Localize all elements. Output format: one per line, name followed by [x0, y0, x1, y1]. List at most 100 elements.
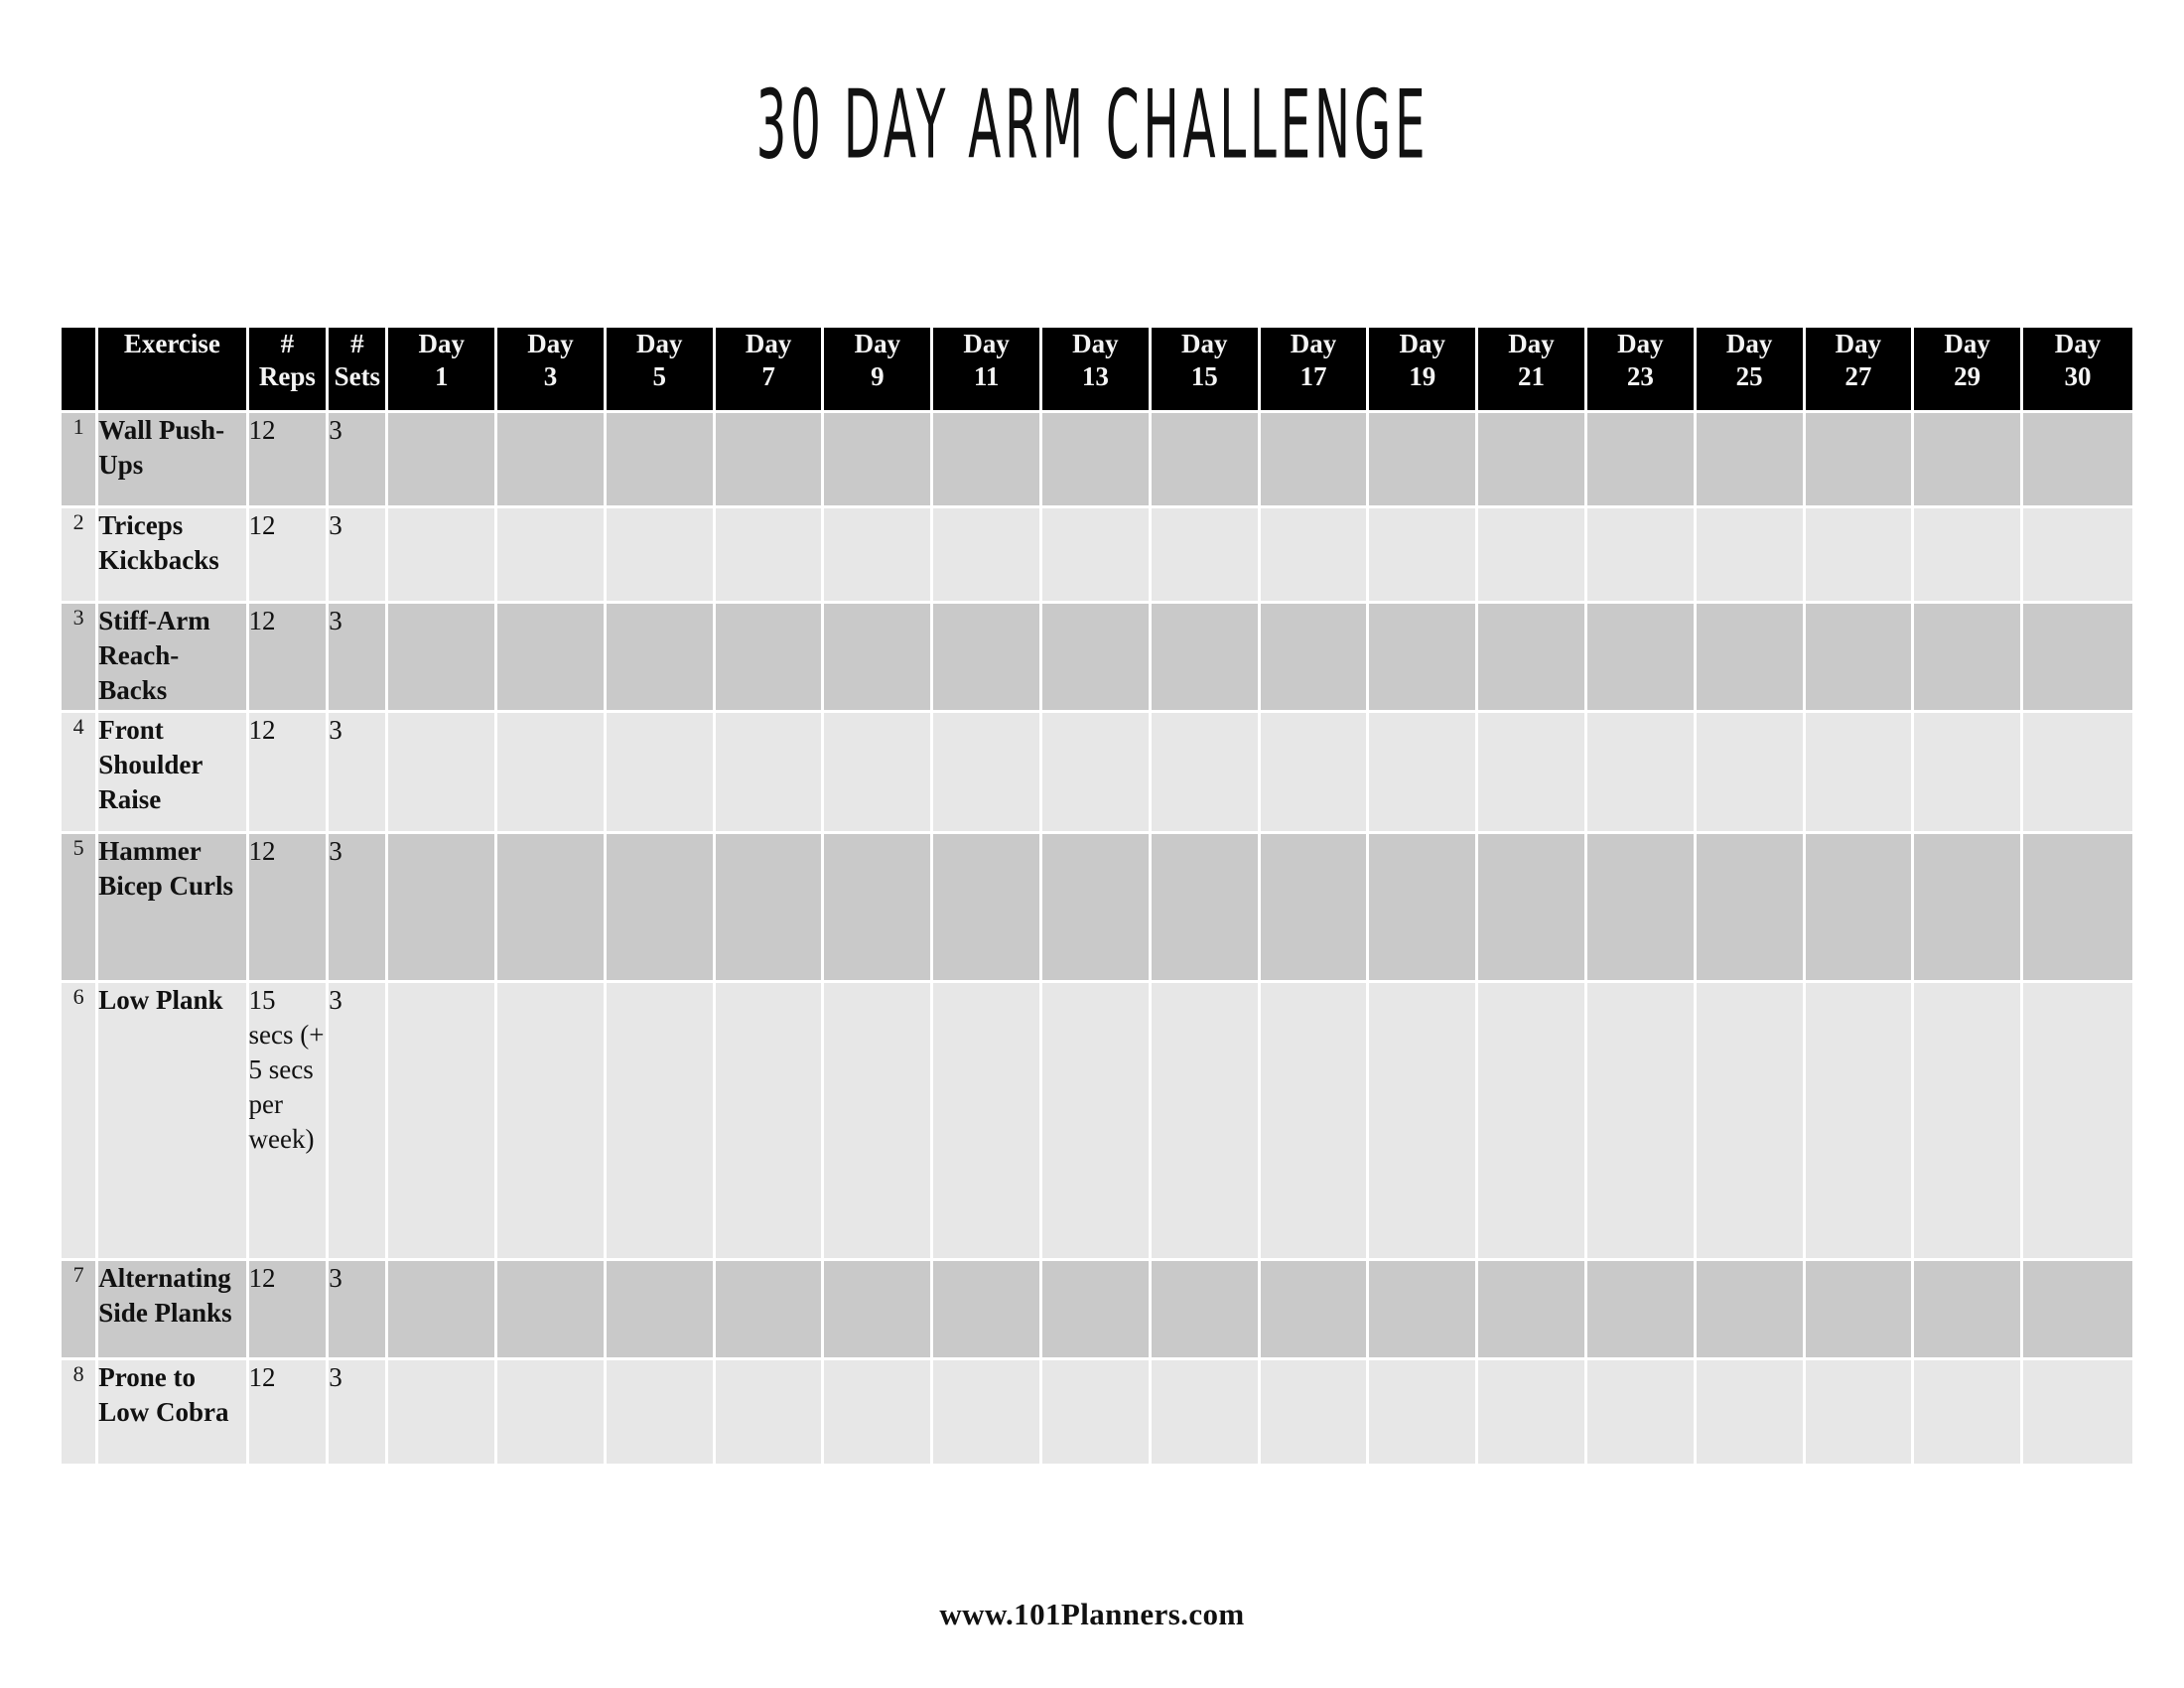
checkbox-cell-day-13[interactable]: [1042, 713, 1152, 834]
checkbox-cell-day-19[interactable]: [1369, 983, 1479, 1261]
checkbox-cell-day-11[interactable]: [933, 508, 1043, 604]
checkbox-cell-day-30[interactable]: [2023, 834, 2132, 983]
checkbox-cell-day-3[interactable]: [497, 508, 607, 604]
checkbox-cell-day-9[interactable]: [824, 413, 934, 508]
checkbox-cell-day-25[interactable]: [1696, 1360, 1806, 1464]
checkbox-cell-day-27[interactable]: [1805, 1360, 1915, 1464]
checkbox-cell-day-27[interactable]: [1805, 508, 1915, 604]
checkbox-cell-day-1[interactable]: [388, 834, 498, 983]
checkbox-cell-day-11[interactable]: [933, 604, 1043, 713]
checkbox-cell-day-11[interactable]: [933, 1261, 1043, 1360]
checkbox-cell-day-1[interactable]: [388, 1360, 498, 1464]
checkbox-cell-day-5[interactable]: [606, 604, 716, 713]
checkbox-cell-day-1[interactable]: [388, 413, 498, 508]
checkbox-cell-day-3[interactable]: [497, 413, 607, 508]
checkbox-cell-day-5[interactable]: [606, 1360, 716, 1464]
checkbox-cell-day-5[interactable]: [606, 1261, 716, 1360]
checkbox-cell-day-7[interactable]: [715, 713, 825, 834]
checkbox-cell-day-13[interactable]: [1042, 1360, 1152, 1464]
checkbox-cell-day-11[interactable]: [933, 1360, 1043, 1464]
checkbox-cell-day-13[interactable]: [1042, 834, 1152, 983]
checkbox-cell-day-29[interactable]: [1914, 713, 2024, 834]
checkbox-cell-day-27[interactable]: [1805, 713, 1915, 834]
checkbox-cell-day-25[interactable]: [1696, 604, 1806, 713]
checkbox-cell-day-13[interactable]: [1042, 1261, 1152, 1360]
checkbox-cell-day-25[interactable]: [1696, 713, 1806, 834]
checkbox-cell-day-15[interactable]: [1151, 713, 1261, 834]
checkbox-cell-day-15[interactable]: [1151, 413, 1261, 508]
checkbox-cell-day-9[interactable]: [824, 1360, 934, 1464]
checkbox-cell-day-23[interactable]: [1586, 604, 1697, 713]
checkbox-cell-day-30[interactable]: [2023, 983, 2132, 1261]
checkbox-cell-day-1[interactable]: [388, 713, 498, 834]
checkbox-cell-day-23[interactable]: [1586, 413, 1697, 508]
checkbox-cell-day-21[interactable]: [1478, 604, 1587, 713]
checkbox-cell-day-5[interactable]: [606, 834, 716, 983]
checkbox-cell-day-27[interactable]: [1805, 604, 1915, 713]
checkbox-cell-day-17[interactable]: [1260, 834, 1370, 983]
checkbox-cell-day-11[interactable]: [933, 983, 1043, 1261]
checkbox-cell-day-3[interactable]: [497, 1261, 607, 1360]
checkbox-cell-day-25[interactable]: [1696, 834, 1806, 983]
checkbox-cell-day-13[interactable]: [1042, 508, 1152, 604]
checkbox-cell-day-5[interactable]: [606, 413, 716, 508]
checkbox-cell-day-23[interactable]: [1586, 1360, 1697, 1464]
checkbox-cell-day-19[interactable]: [1369, 1261, 1479, 1360]
checkbox-cell-day-19[interactable]: [1369, 834, 1479, 983]
checkbox-cell-day-3[interactable]: [497, 983, 607, 1261]
checkbox-cell-day-5[interactable]: [606, 983, 716, 1261]
checkbox-cell-day-19[interactable]: [1369, 1360, 1479, 1464]
checkbox-cell-day-29[interactable]: [1914, 834, 2024, 983]
checkbox-cell-day-21[interactable]: [1478, 508, 1587, 604]
checkbox-cell-day-19[interactable]: [1369, 413, 1479, 508]
checkbox-cell-day-21[interactable]: [1478, 834, 1587, 983]
checkbox-cell-day-30[interactable]: [2023, 713, 2132, 834]
checkbox-cell-day-15[interactable]: [1151, 983, 1261, 1261]
checkbox-cell-day-7[interactable]: [715, 604, 825, 713]
checkbox-cell-day-17[interactable]: [1260, 713, 1370, 834]
checkbox-cell-day-23[interactable]: [1586, 1261, 1697, 1360]
checkbox-cell-day-11[interactable]: [933, 834, 1043, 983]
checkbox-cell-day-19[interactable]: [1369, 713, 1479, 834]
checkbox-cell-day-27[interactable]: [1805, 1261, 1915, 1360]
checkbox-cell-day-27[interactable]: [1805, 983, 1915, 1261]
checkbox-cell-day-7[interactable]: [715, 1261, 825, 1360]
checkbox-cell-day-11[interactable]: [933, 713, 1043, 834]
checkbox-cell-day-9[interactable]: [824, 713, 934, 834]
checkbox-cell-day-7[interactable]: [715, 834, 825, 983]
checkbox-cell-day-29[interactable]: [1914, 413, 2024, 508]
checkbox-cell-day-21[interactable]: [1478, 713, 1587, 834]
checkbox-cell-day-9[interactable]: [824, 1261, 934, 1360]
checkbox-cell-day-7[interactable]: [715, 983, 825, 1261]
checkbox-cell-day-15[interactable]: [1151, 1261, 1261, 1360]
checkbox-cell-day-3[interactable]: [497, 834, 607, 983]
checkbox-cell-day-1[interactable]: [388, 983, 498, 1261]
checkbox-cell-day-21[interactable]: [1478, 413, 1587, 508]
checkbox-cell-day-30[interactable]: [2023, 413, 2132, 508]
checkbox-cell-day-9[interactable]: [824, 983, 934, 1261]
checkbox-cell-day-29[interactable]: [1914, 983, 2024, 1261]
checkbox-cell-day-3[interactable]: [497, 1360, 607, 1464]
checkbox-cell-day-17[interactable]: [1260, 508, 1370, 604]
checkbox-cell-day-23[interactable]: [1586, 834, 1697, 983]
checkbox-cell-day-5[interactable]: [606, 508, 716, 604]
checkbox-cell-day-21[interactable]: [1478, 1261, 1587, 1360]
checkbox-cell-day-17[interactable]: [1260, 1360, 1370, 1464]
checkbox-cell-day-3[interactable]: [497, 713, 607, 834]
checkbox-cell-day-3[interactable]: [497, 604, 607, 713]
checkbox-cell-day-7[interactable]: [715, 1360, 825, 1464]
checkbox-cell-day-1[interactable]: [388, 1261, 498, 1360]
checkbox-cell-day-29[interactable]: [1914, 1261, 2024, 1360]
checkbox-cell-day-21[interactable]: [1478, 983, 1587, 1261]
checkbox-cell-day-17[interactable]: [1260, 413, 1370, 508]
checkbox-cell-day-15[interactable]: [1151, 604, 1261, 713]
checkbox-cell-day-15[interactable]: [1151, 508, 1261, 604]
checkbox-cell-day-19[interactable]: [1369, 508, 1479, 604]
checkbox-cell-day-30[interactable]: [2023, 1360, 2132, 1464]
checkbox-cell-day-29[interactable]: [1914, 508, 2024, 604]
checkbox-cell-day-25[interactable]: [1696, 1261, 1806, 1360]
checkbox-cell-day-19[interactable]: [1369, 604, 1479, 713]
checkbox-cell-day-30[interactable]: [2023, 604, 2132, 713]
checkbox-cell-day-5[interactable]: [606, 713, 716, 834]
checkbox-cell-day-9[interactable]: [824, 604, 934, 713]
